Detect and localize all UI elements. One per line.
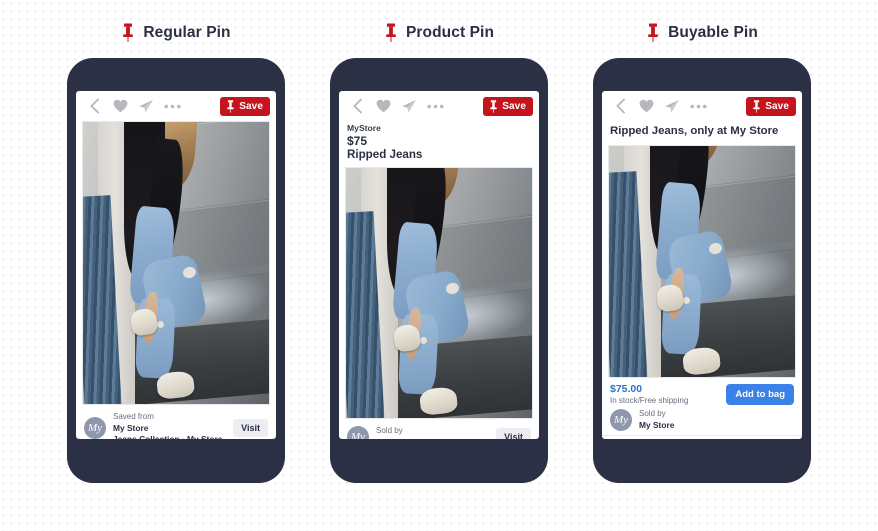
column-heading-buyable: Buyable Pin bbox=[646, 8, 758, 58]
attribution-label: Saved from bbox=[113, 412, 154, 421]
attribution-merchant: My Store bbox=[376, 437, 489, 439]
column-title: Product Pin bbox=[405, 24, 495, 41]
attribution-merchant: My Store bbox=[639, 419, 675, 430]
avatar: My bbox=[347, 426, 369, 439]
pin-photo-image bbox=[346, 168, 532, 418]
buy-stock-status: In stock/Free shipping bbox=[610, 396, 689, 405]
product-price: $75 bbox=[347, 134, 368, 148]
pushpin-icon bbox=[384, 23, 398, 43]
comparison-stage: Regular Pin Save My Saved from My Store … bbox=[0, 0, 878, 531]
buy-info: $75.00 In stock/Free shipping bbox=[610, 383, 726, 406]
attribution-source: Jeans Collection · My Store bbox=[113, 433, 223, 440]
heart-icon[interactable] bbox=[633, 95, 659, 117]
phone-screen-product: Save MyStore $75 Ripped Jeans My Sold by… bbox=[339, 91, 539, 439]
phone-frame-product: Save MyStore $75 Ripped Jeans My Sold by… bbox=[330, 58, 548, 483]
pin-photo-image bbox=[609, 146, 795, 377]
heart-icon[interactable] bbox=[370, 95, 396, 117]
product-title: Ripped Jeans bbox=[347, 148, 423, 161]
column-heading-product: Product Pin bbox=[384, 8, 494, 58]
heart-icon[interactable] bbox=[107, 95, 133, 117]
save-button[interactable]: Save bbox=[220, 96, 270, 116]
pushpin-icon bbox=[121, 23, 135, 43]
attribution-text: Sold by My Store bbox=[376, 426, 489, 439]
phone-screen-regular: Save My Saved from My Store Jeans Collec… bbox=[76, 91, 276, 439]
visit-button[interactable]: Visit bbox=[496, 428, 531, 439]
attribution-merchant: My Store bbox=[113, 422, 149, 433]
phone-frame-regular: Save My Saved from My Store Jeans Collec… bbox=[67, 58, 285, 483]
send-icon[interactable] bbox=[659, 95, 685, 117]
save-button[interactable]: Save bbox=[483, 96, 533, 116]
pushpin-white-icon bbox=[490, 99, 497, 113]
attribution-text: Saved from My Store Jeans Collection · M… bbox=[113, 412, 226, 439]
pushpin-white-icon bbox=[227, 99, 234, 113]
pin-photo[interactable] bbox=[345, 167, 533, 419]
app-toolbar: Save bbox=[76, 91, 276, 121]
save-button-label: Save bbox=[502, 100, 526, 112]
column-heading-regular: Regular Pin bbox=[121, 8, 231, 58]
attribution-label: Sold by bbox=[639, 409, 666, 419]
phone-frame-buyable: Save Ripped Jeans, only at My Store $75.… bbox=[593, 58, 811, 483]
column-buyable-pin: Buyable Pin Save Ripped Jeans, only at M… bbox=[582, 0, 822, 531]
column-product-pin: Product Pin Save MyStore $75 Ripped Jean… bbox=[319, 0, 559, 531]
app-toolbar: Save bbox=[602, 91, 802, 121]
avatar: My bbox=[610, 409, 632, 431]
column-title: Regular Pin bbox=[143, 24, 231, 41]
pin-photo[interactable] bbox=[608, 145, 796, 378]
save-button-label: Save bbox=[765, 100, 789, 112]
ellipsis-icon[interactable] bbox=[422, 95, 448, 117]
avatar: My bbox=[84, 417, 106, 439]
attribution-label: Sold by bbox=[376, 426, 403, 436]
ellipsis-icon[interactable] bbox=[159, 95, 185, 117]
save-button[interactable]: Save bbox=[746, 96, 796, 116]
pushpin-icon bbox=[646, 23, 660, 43]
attribution-row: My Sold by My Store bbox=[602, 408, 802, 433]
back-chevron-icon[interactable] bbox=[344, 95, 370, 117]
pin-photo-image bbox=[83, 122, 269, 404]
buyable-header: Ripped Jeans, only at My Store bbox=[602, 121, 802, 145]
send-icon[interactable] bbox=[396, 95, 422, 117]
buyable-description: This slim, high-waist jean constructed f… bbox=[602, 435, 802, 439]
buy-row: $75.00 In stock/Free shipping Add to bag bbox=[602, 378, 802, 408]
product-merchant: MyStore bbox=[347, 123, 381, 133]
attribution-row: My Saved from My Store Jeans Collection … bbox=[76, 405, 276, 439]
back-chevron-icon[interactable] bbox=[607, 95, 633, 117]
visit-button[interactable]: Visit bbox=[233, 419, 268, 438]
pushpin-white-icon bbox=[753, 99, 760, 113]
ellipsis-icon[interactable] bbox=[685, 95, 711, 117]
column-regular-pin: Regular Pin Save My Saved from My Store … bbox=[56, 0, 296, 531]
add-to-bag-button[interactable]: Add to bag bbox=[726, 384, 794, 405]
save-button-label: Save bbox=[239, 100, 263, 112]
send-icon[interactable] bbox=[133, 95, 159, 117]
back-chevron-icon[interactable] bbox=[81, 95, 107, 117]
product-header: MyStore $75 Ripped Jeans bbox=[339, 121, 539, 167]
app-toolbar: Save bbox=[339, 91, 539, 121]
phone-screen-buyable: Save Ripped Jeans, only at My Store $75.… bbox=[602, 91, 802, 439]
buy-price: $75.00 bbox=[610, 383, 643, 395]
buyable-title: Ripped Jeans, only at My Store bbox=[610, 125, 779, 137]
column-title: Buyable Pin bbox=[668, 24, 758, 41]
pin-photo[interactable] bbox=[82, 121, 270, 405]
attribution-row: My Sold by My Store Visit bbox=[339, 419, 539, 439]
attribution-text: Sold by My Store bbox=[639, 409, 794, 431]
